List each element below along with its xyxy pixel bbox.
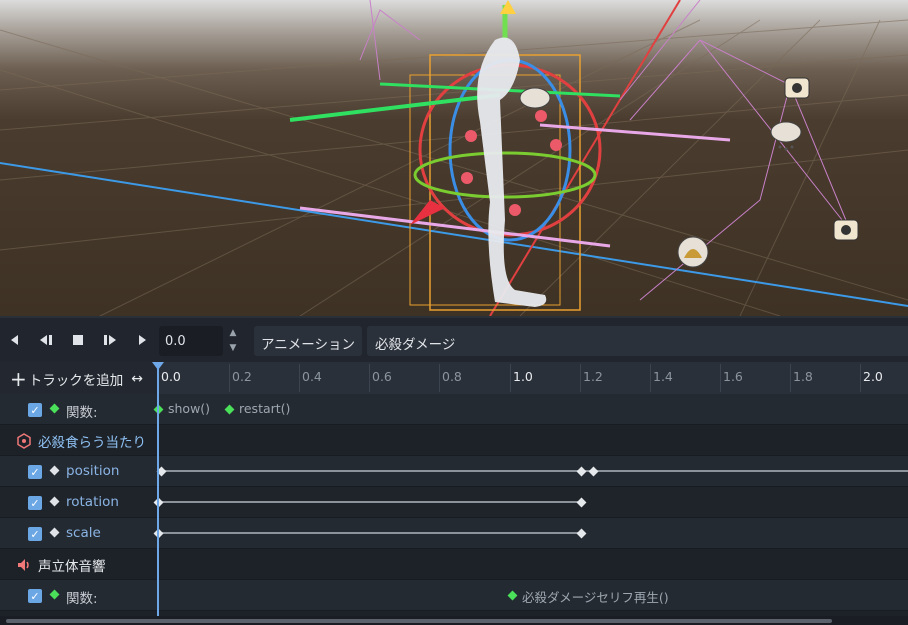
method-track-icon	[49, 403, 60, 414]
tick	[580, 364, 581, 392]
track-row-scale[interactable]: ✓ scale	[0, 518, 908, 549]
track-row-position[interactable]: ✓ position	[0, 456, 908, 487]
tick	[650, 364, 651, 392]
interpolation-line	[158, 532, 582, 534]
track-group-header[interactable]: 声立体音響	[0, 549, 908, 580]
tick	[720, 364, 721, 392]
method-track-icon	[49, 589, 60, 600]
tick-label: 1.6	[723, 369, 743, 384]
track-group-header[interactable]: 必殺食らう当たり	[0, 425, 908, 456]
playhead[interactable]	[157, 366, 159, 616]
tick	[790, 364, 791, 392]
keyframe[interactable]	[576, 528, 587, 539]
track-list: ✓ 関数: show() restart() 必殺食らう当たり ✓ positi…	[0, 394, 908, 616]
expand-width-icon[interactable]: ↔	[131, 371, 143, 387]
play-backward-from-current-icon	[40, 335, 52, 345]
play-button[interactable]	[130, 330, 154, 350]
group-label: 声立体音響	[38, 559, 106, 575]
animation-toolbar: 0.0 ▲ ▼ アニメーション 必殺ダメージ	[0, 316, 908, 362]
weather-icon[interactable]	[770, 121, 802, 151]
weather-icon[interactable]	[519, 87, 551, 109]
chevron-up-icon[interactable]: ▲	[226, 326, 240, 341]
chevron-down-icon[interactable]: ▼	[226, 341, 240, 356]
tick-label: 1.0	[513, 369, 533, 384]
track-label: 関数:	[66, 405, 98, 421]
group-label: 必殺食らう当たり	[38, 435, 146, 451]
time-input[interactable]: 0.0	[159, 326, 223, 356]
track-row-function[interactable]: ✓ 関数: 必殺ダメージセリフ再生()	[0, 580, 908, 611]
camera-icon[interactable]	[784, 77, 810, 99]
tick	[229, 364, 230, 392]
play-from-current-button[interactable]	[98, 330, 122, 350]
keyframe[interactable]	[576, 497, 587, 508]
track-enable-checkbox[interactable]: ✓	[28, 403, 42, 417]
tick	[439, 364, 440, 392]
area-3d-icon	[17, 433, 31, 449]
animation-menu-button[interactable]: アニメーション	[254, 326, 362, 356]
tick	[510, 364, 511, 392]
play-icon	[139, 335, 146, 345]
track-enable-checkbox[interactable]: ✓	[28, 496, 42, 510]
track-enable-checkbox[interactable]: ✓	[28, 465, 42, 479]
property-track-icon	[49, 527, 60, 538]
play-from-current-icon	[104, 335, 116, 345]
keyframe[interactable]	[507, 590, 518, 601]
add-track-label: トラックを追加	[28, 373, 124, 389]
interpolation-line	[158, 501, 582, 503]
tick	[860, 364, 861, 392]
tick-label: 0.6	[372, 369, 392, 384]
tick-label: 1.2	[583, 369, 603, 384]
time-spinner[interactable]: ▲ ▼	[226, 326, 240, 356]
tick-label: 2.0	[863, 369, 883, 384]
track-label: rotation	[66, 494, 119, 510]
track-enable-checkbox[interactable]: ✓	[28, 589, 42, 603]
play-backward-from-end-button[interactable]	[2, 330, 26, 350]
timeline-ticks[interactable]: 0.0 0.2 0.4 0.6 0.8 1.0 1.2 1.4 1.6 1.8 …	[158, 362, 908, 394]
track-label: position	[66, 463, 120, 479]
horizontal-scrollbar[interactable]	[0, 616, 908, 625]
tick-label: 1.4	[653, 369, 673, 384]
track-label: scale	[66, 525, 101, 541]
stop-icon	[73, 335, 83, 345]
track-row-function[interactable]: ✓ 関数: show() restart()	[0, 394, 908, 425]
keyframe[interactable]	[576, 466, 587, 477]
stop-button[interactable]	[66, 330, 90, 350]
tick-label: 0.4	[302, 369, 322, 384]
viewport-scene	[0, 0, 908, 316]
light-icon[interactable]	[677, 236, 709, 268]
track-row-rotation[interactable]: ✓ rotation	[0, 487, 908, 518]
track-enable-checkbox[interactable]: ✓	[28, 527, 42, 541]
speaker-icon	[18, 559, 29, 571]
keyframe-label: restart()	[239, 401, 291, 416]
3d-viewport[interactable]	[0, 0, 908, 316]
keyframe[interactable]	[224, 404, 235, 415]
scrollbar-thumb[interactable]	[6, 619, 832, 623]
tick-label: 1.8	[793, 369, 813, 384]
tick	[299, 364, 300, 392]
plus-icon: +	[10, 367, 27, 391]
tick-label: 0.2	[232, 369, 252, 384]
track-label: 関数:	[66, 591, 98, 607]
play-backward-icon	[11, 335, 18, 345]
tick	[369, 364, 370, 392]
play-backward-button[interactable]	[34, 330, 58, 350]
tick-label: 0.8	[442, 369, 462, 384]
timeline-ruler: + トラックを追加 ↔ 0.0 0.2 0.4 0.6 0.8 1.0 1.2 …	[0, 362, 908, 394]
keyframe-label: 必殺ダメージセリフ再生()	[522, 590, 669, 605]
interpolation-line	[162, 470, 908, 472]
camera-icon[interactable]	[833, 219, 859, 241]
animation-select[interactable]: 必殺ダメージ	[367, 326, 908, 356]
add-track-button[interactable]: + トラックを追加 ↔	[10, 369, 143, 389]
property-track-icon	[49, 465, 60, 476]
tick-label: 0.0	[161, 369, 181, 384]
keyframe-label: show()	[168, 401, 211, 416]
keyframe[interactable]	[588, 466, 599, 477]
property-track-icon	[49, 496, 60, 507]
